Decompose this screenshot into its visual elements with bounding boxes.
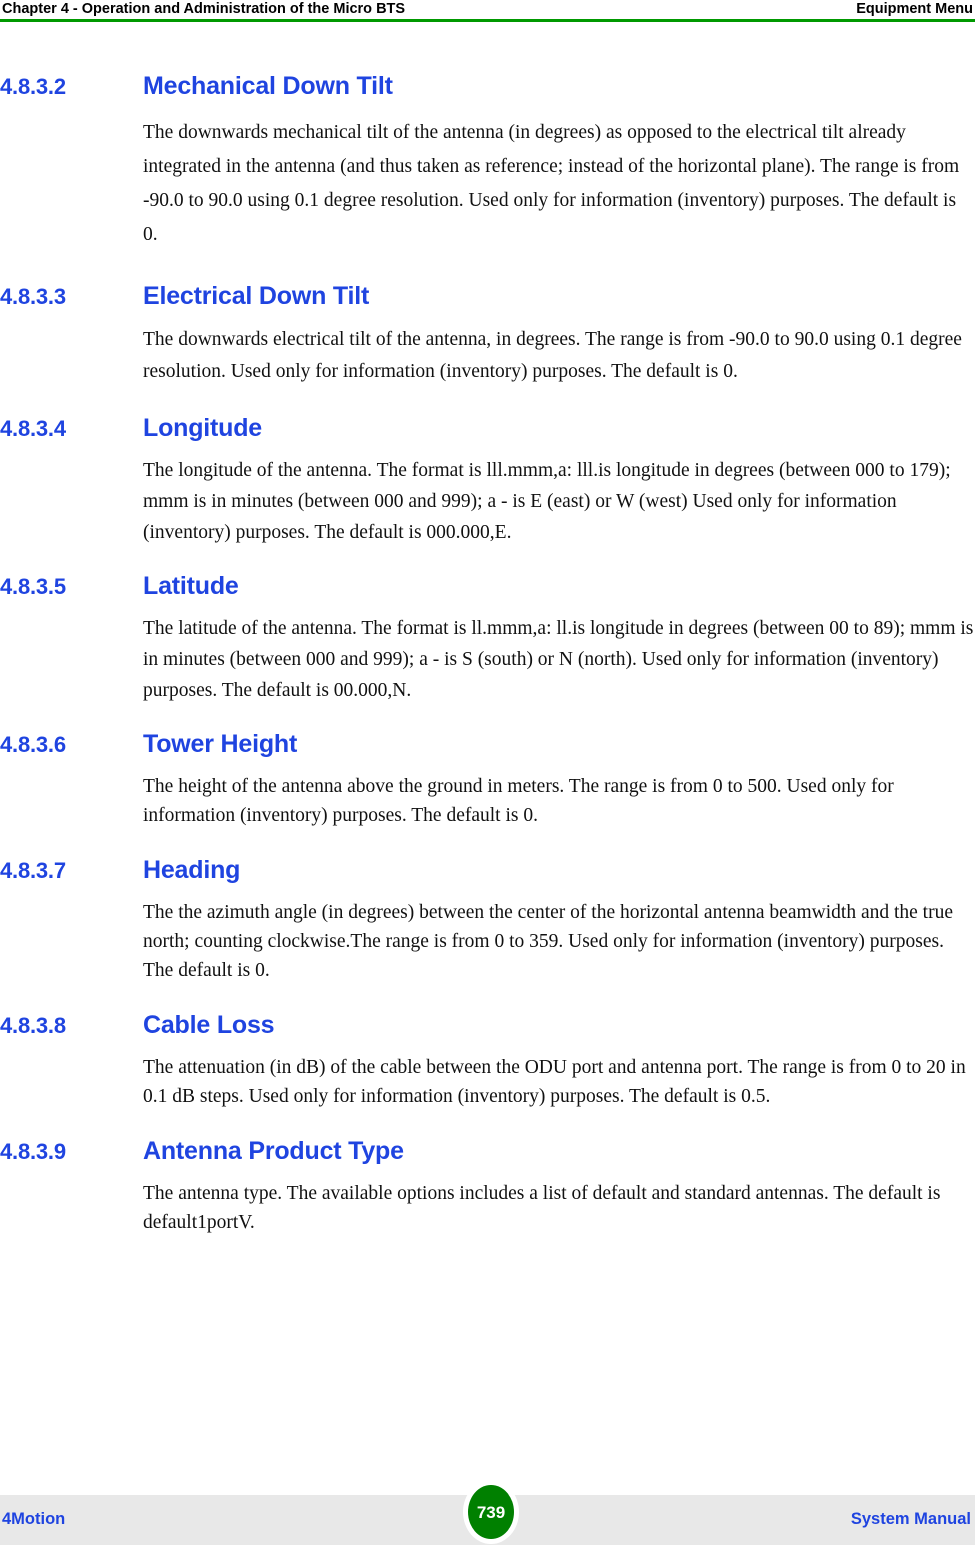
page-header-row: Chapter 4 - Operation and Administration…	[0, 0, 975, 19]
section-title: Heading	[143, 856, 241, 884]
section-heading: 4.8.3.9 Antenna Product Type	[0, 1137, 975, 1166]
section-heading: 4.8.3.2 Mechanical Down Tilt	[0, 72, 975, 101]
section-4-8-3-4: 4.8.3.4 Longitude The longitude of the a…	[0, 414, 975, 548]
section-heading: 4.8.3.4 Longitude	[0, 414, 975, 443]
section-4-8-3-9: 4.8.3.9 Antenna Product Type The antenna…	[0, 1137, 975, 1237]
section-title: Mechanical Down Tilt	[143, 72, 393, 100]
section-paragraph: The height of the antenna above the grou…	[143, 776, 894, 826]
section-title: Tower Height	[143, 730, 298, 758]
header-rule	[0, 19, 975, 22]
section-heading: 4.8.3.6 Tower Height	[0, 730, 975, 759]
section-4-8-3-8: 4.8.3.8 Cable Loss The attenuation (in d…	[0, 1011, 975, 1111]
section-paragraph: The downwards electrical tilt of the ant…	[143, 329, 962, 382]
footer-document-title: System Manual	[850, 1510, 971, 1528]
page-number-badge: 739	[463, 1480, 519, 1544]
section-number: 4.8.3.9	[0, 1139, 66, 1164]
page-number-disc: 739	[468, 1485, 514, 1539]
section-4-8-3-7: 4.8.3.7 Heading The the azimuth angle (i…	[0, 856, 975, 985]
footer-product-name: 4Motion	[2, 1510, 66, 1528]
page-header: Chapter 4 - Operation and Administration…	[0, 0, 975, 22]
section-paragraph: The latitude of the antenna. The format …	[143, 618, 974, 701]
section-number: 4.8.3.7	[0, 858, 66, 883]
section-number: 4.8.3.3	[0, 284, 66, 309]
section-number: 4.8.3.6	[0, 732, 66, 757]
section-paragraph: The antenna type. The available options …	[143, 1183, 941, 1233]
section-4-8-3-2: 4.8.3.2 Mechanical Down Tilt The downwar…	[0, 72, 975, 252]
section-number: 4.8.3.5	[0, 574, 66, 599]
section-4-8-3-6: 4.8.3.6 Tower Height The height of the a…	[0, 730, 975, 830]
section-title: Antenna Product Type	[143, 1137, 404, 1165]
section-title: Latitude	[143, 572, 239, 600]
page-footer: 4Motion 739 System Manual	[0, 1480, 975, 1545]
section-number: 4.8.3.2	[0, 74, 66, 99]
section-heading: 4.8.3.8 Cable Loss	[0, 1011, 975, 1040]
section-4-8-3-5: 4.8.3.5 Latitude The latitude of the ant…	[0, 572, 975, 706]
section-heading: 4.8.3.5 Latitude	[0, 572, 975, 601]
section-paragraph: The attenuation (in dB) of the cable bet…	[143, 1057, 966, 1107]
section-paragraph: The the azimuth angle (in degrees) betwe…	[143, 902, 953, 981]
section-topic-title: Equipment Menu	[856, 1, 973, 17]
document-content: 4.8.3.2 Mechanical Down Tilt The downwar…	[0, 72, 975, 1257]
section-paragraph: The longitude of the antenna. The format…	[143, 460, 951, 543]
section-heading: 4.8.3.3 Electrical Down Tilt	[0, 282, 975, 311]
section-heading: 4.8.3.7 Heading	[0, 856, 975, 885]
section-paragraph: The downwards mechanical tilt of the ant…	[143, 122, 960, 245]
section-number: 4.8.3.8	[0, 1013, 66, 1038]
page-number: 739	[476, 1502, 506, 1522]
section-4-8-3-3: 4.8.3.3 Electrical Down Tilt The downwar…	[0, 282, 975, 388]
section-title: Electrical Down Tilt	[143, 282, 370, 310]
chapter-title: Chapter 4 - Operation and Administration…	[2, 1, 406, 17]
section-title: Cable Loss	[143, 1011, 275, 1039]
section-title: Longitude	[143, 414, 263, 442]
section-number: 4.8.3.4	[0, 416, 66, 441]
